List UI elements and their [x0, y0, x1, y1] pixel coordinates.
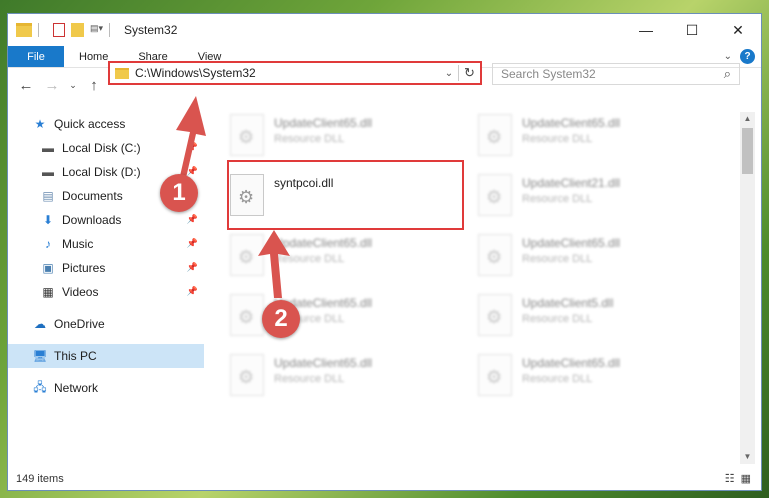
arrow-2: [258, 230, 290, 298]
annotation-badge-2: 2: [262, 300, 300, 338]
arrow-1: [176, 96, 206, 178]
annotation-badge-1: 1: [160, 174, 198, 212]
annotation-arrows: [176, 96, 290, 298]
